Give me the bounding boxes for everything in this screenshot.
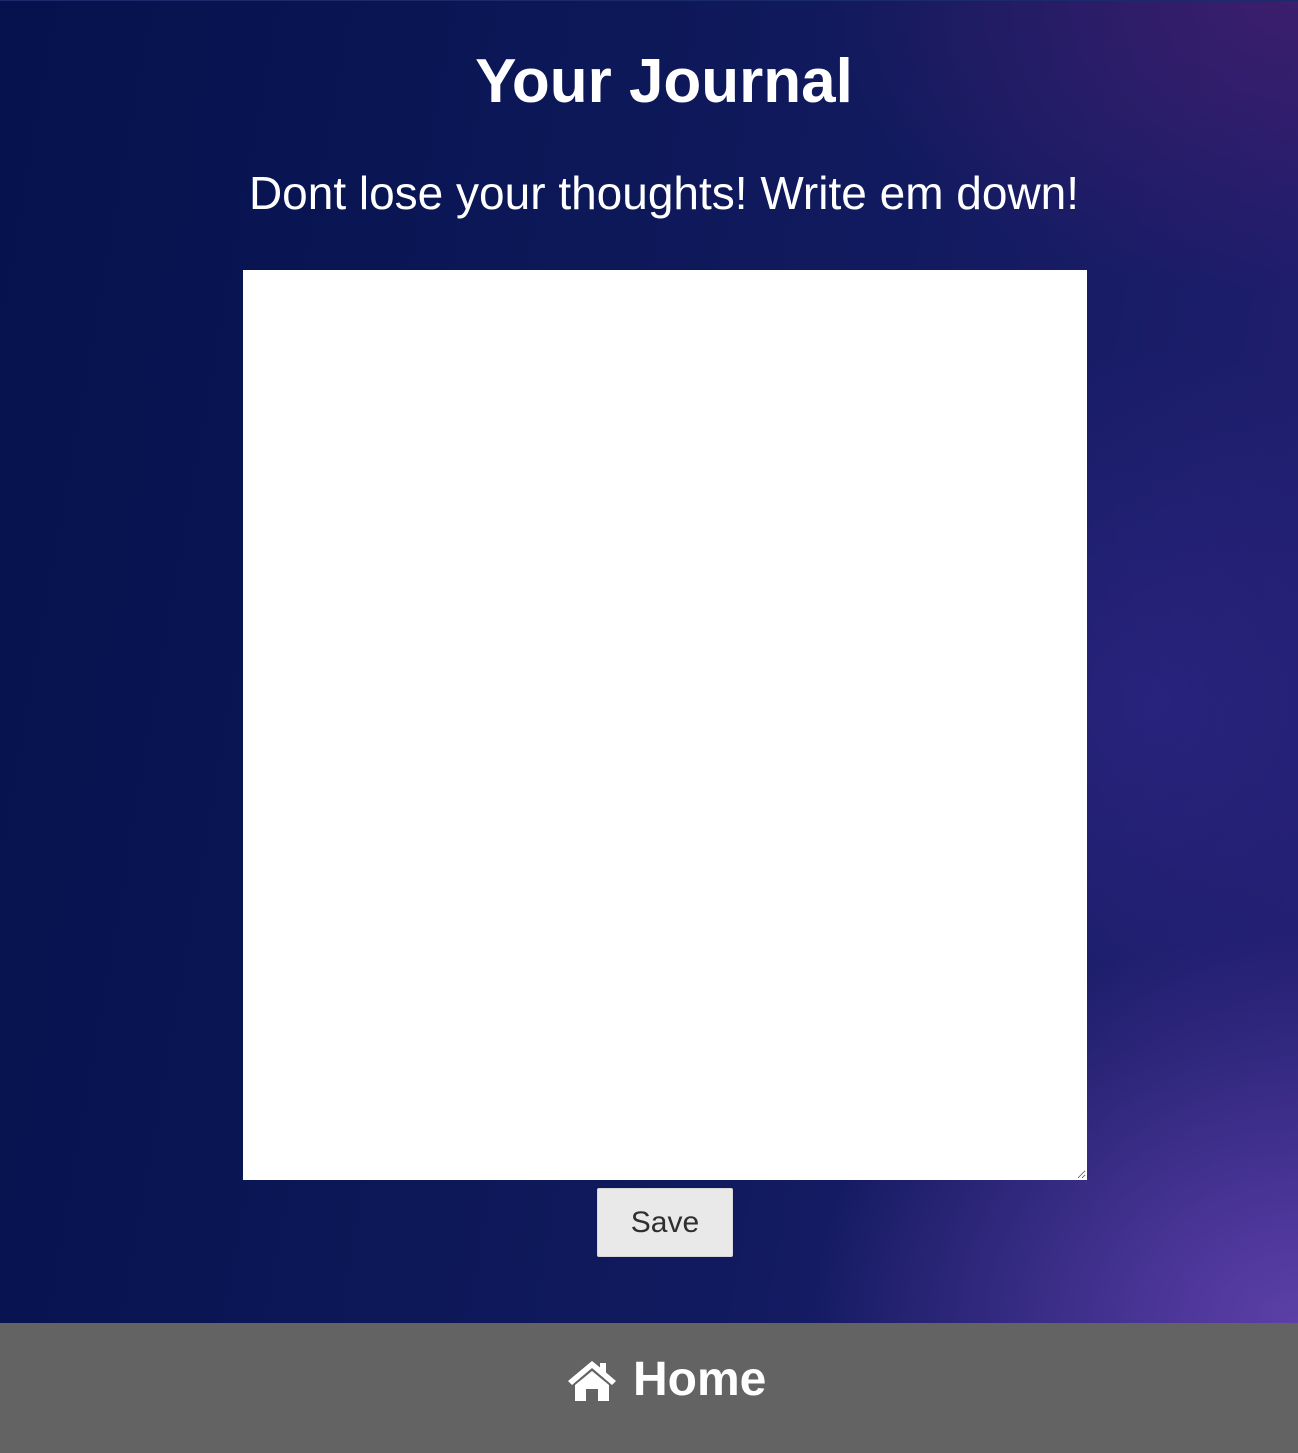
journal-entry-textarea[interactable] [243,270,1087,1180]
save-button[interactable]: Save [597,1188,733,1257]
page-title: Your Journal [475,47,853,116]
page-subtitle: Dont lose your thoughts! Write em down! [248,167,1080,219]
home-link[interactable]: Home [565,1352,766,1408]
home-icon [565,1357,619,1403]
journal-hero-background: Your Journal Dont lose your thoughts! Wr… [0,0,1298,1323]
home-link-label: Home [633,1353,767,1406]
